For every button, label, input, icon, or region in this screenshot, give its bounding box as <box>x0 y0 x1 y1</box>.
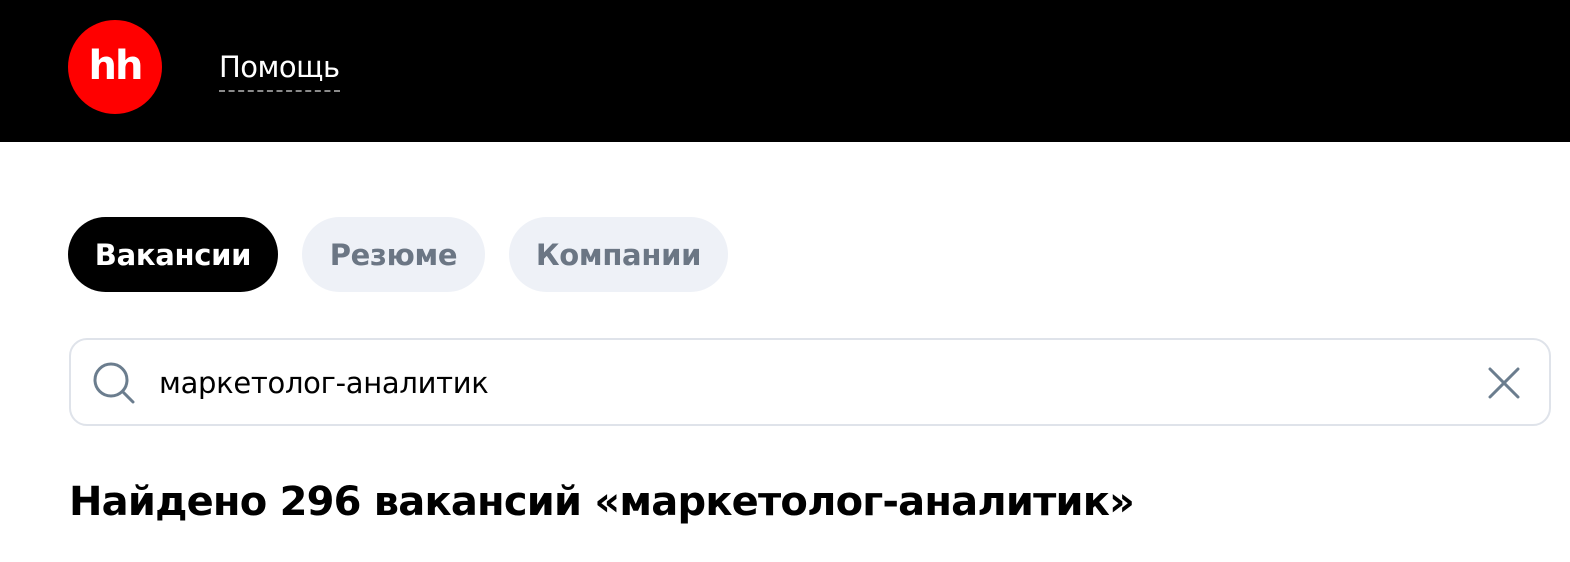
results-heading: Найдено 296 вакансий «маркетолог-аналити… <box>69 479 1135 525</box>
top-header: hh Помощь <box>0 0 1570 142</box>
tab-vacancies[interactable]: Вакансии <box>68 217 278 292</box>
logo-text: hh <box>88 42 144 89</box>
help-link[interactable]: Помощь <box>219 48 340 92</box>
search-icon <box>93 362 135 404</box>
search-box <box>69 338 1551 426</box>
hh-logo[interactable]: hh <box>68 20 162 114</box>
search-input[interactable] <box>159 358 1459 408</box>
search-type-tabs: Вакансии Резюме Компании <box>68 217 728 292</box>
tab-companies[interactable]: Компании <box>509 217 728 292</box>
close-icon[interactable] <box>1485 364 1523 402</box>
tab-resumes[interactable]: Резюме <box>302 217 485 292</box>
